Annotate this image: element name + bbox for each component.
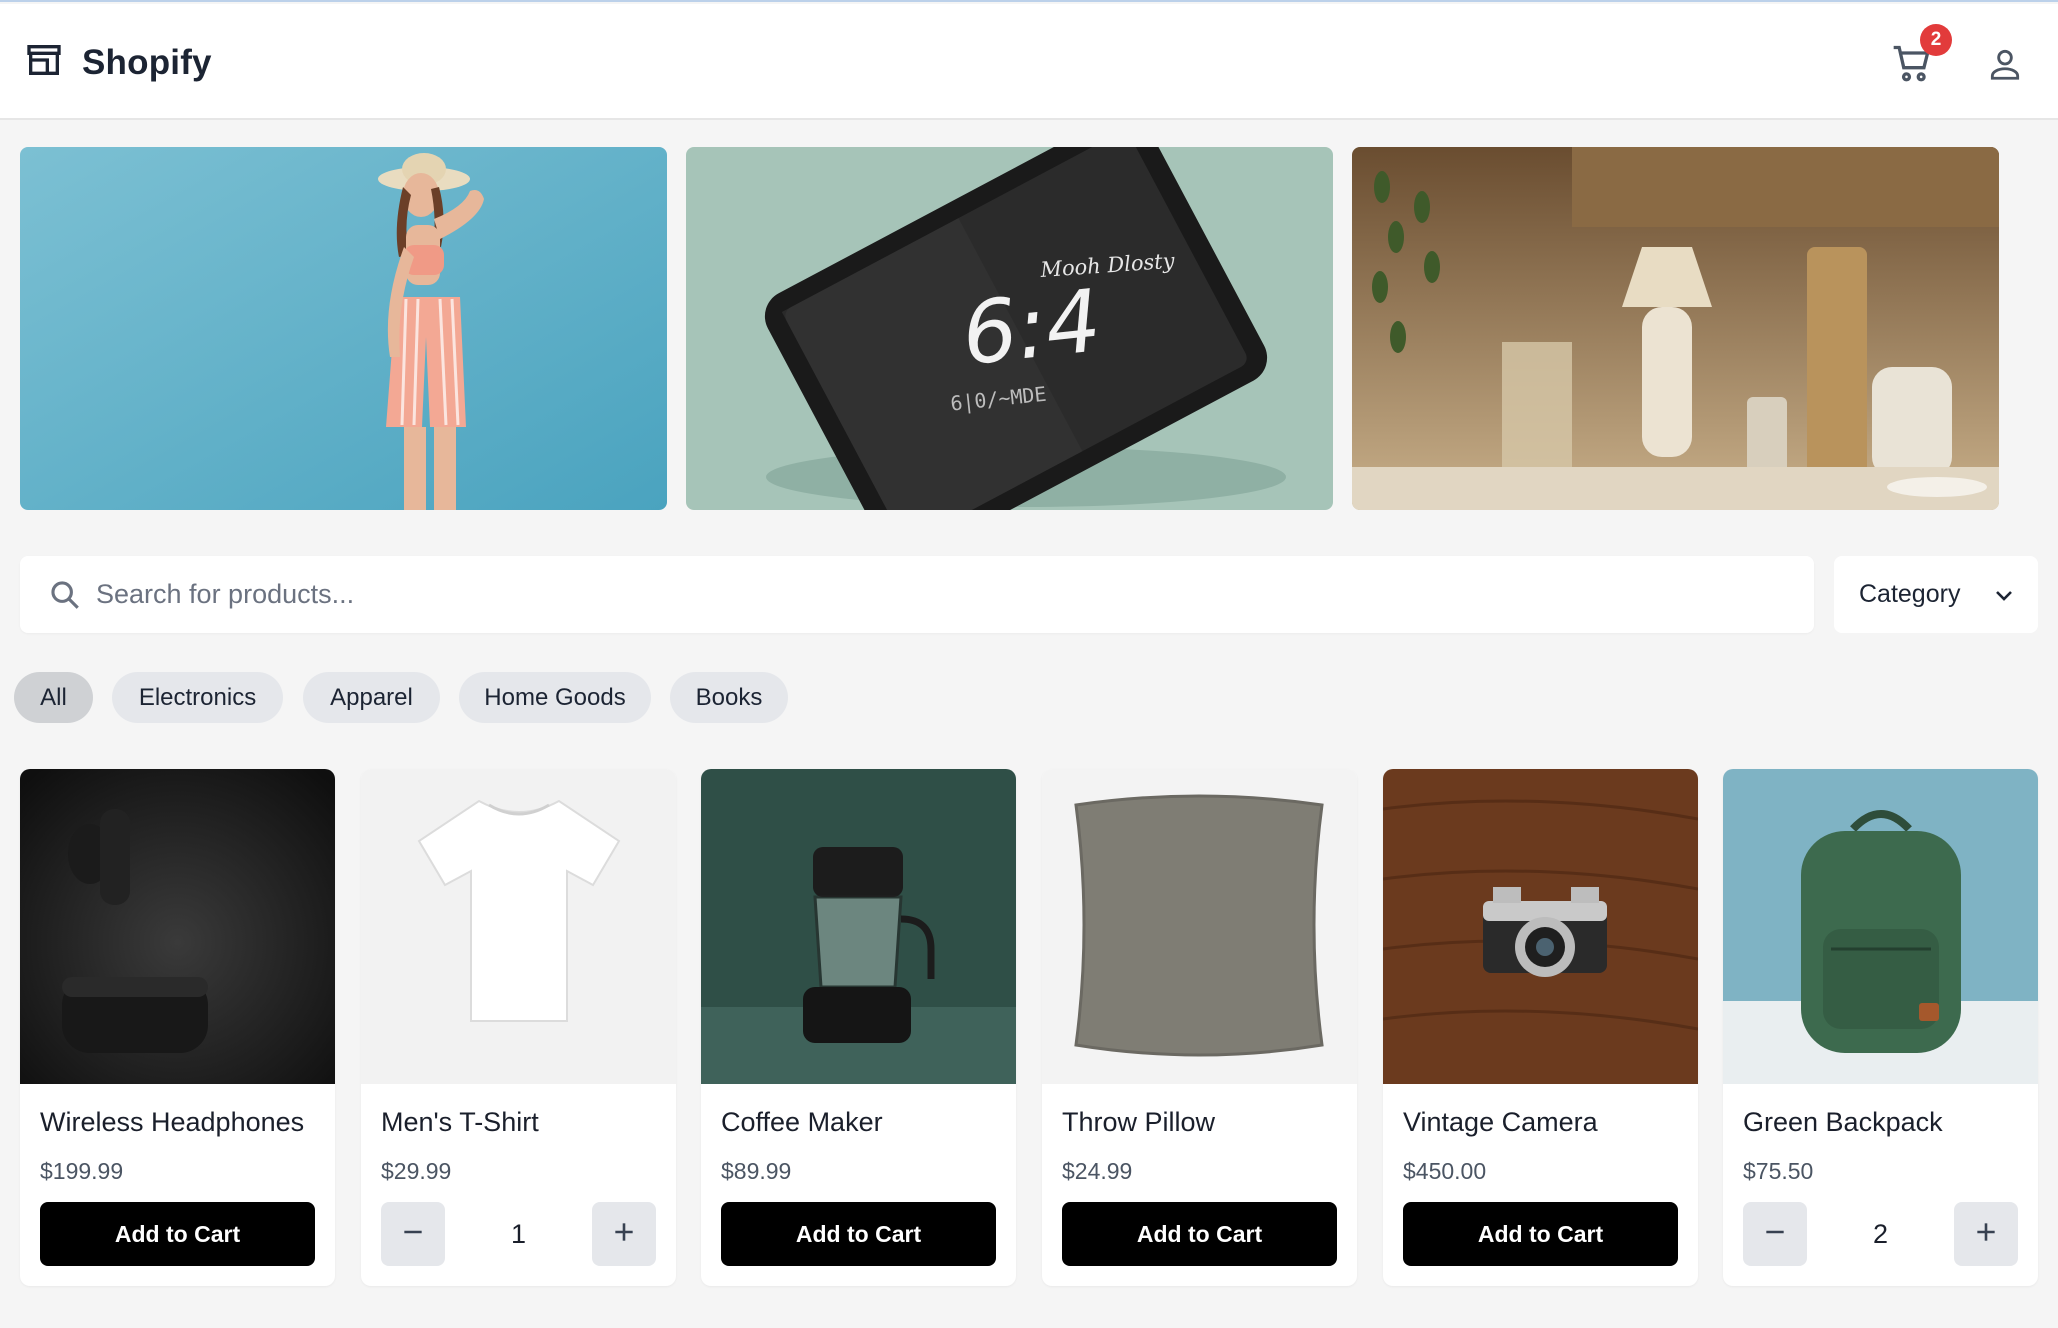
cart-count-badge: 2 <box>1920 24 1952 56</box>
plus-icon <box>1973 1219 1999 1250</box>
quantity-decrease-button[interactable] <box>1743 1202 1807 1266</box>
add-to-cart-button[interactable]: Add to Cart <box>1403 1202 1678 1266</box>
plus-icon <box>611 1219 637 1250</box>
storefront-icon <box>24 40 64 85</box>
banner-electronics[interactable]: Mooh Dlosty 6:4 6|0/~MDE <box>686 147 1333 510</box>
product-name: Throw Pillow <box>1062 1107 1216 1137</box>
pillow-image <box>1042 769 1357 1084</box>
add-to-cart-button[interactable]: Add to Cart <box>1062 1202 1337 1266</box>
banner-home-image <box>1352 147 1999 510</box>
chip-all[interactable]: All <box>14 672 93 723</box>
chip-electronics[interactable]: Electronics <box>112 672 283 723</box>
category-dropdown[interactable]: Category <box>1834 556 2038 633</box>
account-button[interactable] <box>1986 44 2024 84</box>
product-price: $199.99 <box>40 1158 124 1184</box>
product-name: Coffee Maker <box>721 1107 883 1137</box>
category-dropdown-label: Category <box>1859 580 1961 608</box>
product-price: $89.99 <box>721 1158 792 1184</box>
cart-icon <box>1890 45 1934 90</box>
search-bar <box>20 556 1814 633</box>
search-icon <box>48 578 82 617</box>
top-header: Shopify 2 <box>0 4 2058 120</box>
chevron-down-icon <box>1992 583 2016 612</box>
brand-name: Shopify <box>82 42 212 82</box>
chip-home-goods[interactable]: Home Goods <box>459 672 651 723</box>
minus-icon <box>1762 1219 1788 1250</box>
chip-books[interactable]: Books <box>670 672 788 723</box>
coffee-maker-image <box>701 769 1016 1084</box>
product-name: Vintage Camera <box>1403 1107 1598 1137</box>
tshirt-image <box>361 769 676 1084</box>
product-price: $29.99 <box>381 1158 452 1184</box>
backpack-image <box>1723 769 2038 1084</box>
banner-apparel[interactable] <box>20 147 667 510</box>
product-name: Wireless Headphones <box>40 1107 305 1137</box>
user-icon <box>1986 49 2024 88</box>
product-name: Men's T-Shirt <box>381 1107 539 1137</box>
camera-image <box>1383 769 1698 1084</box>
product-card[interactable]: Coffee Maker $89.99 Add to Cart <box>701 769 1016 1286</box>
earbuds-image <box>20 769 335 1084</box>
product-name: Green Backpack <box>1743 1107 1943 1137</box>
product-card[interactable]: Wireless Headphones $199.99 Add to Cart <box>20 769 335 1286</box>
product-card[interactable]: Men's T-Shirt $29.99 1 <box>361 769 676 1286</box>
brand[interactable]: Shopify <box>24 40 212 85</box>
quantity-increase-button[interactable] <box>592 1202 656 1266</box>
banner-apparel-image <box>20 147 667 510</box>
product-card[interactable]: Throw Pillow $24.99 Add to Cart <box>1042 769 1357 1286</box>
svg-text:6:4: 6:4 <box>957 271 1105 385</box>
product-price: $24.99 <box>1062 1158 1133 1184</box>
quantity-value: 2 <box>1872 1218 1889 1249</box>
add-to-cart-button[interactable]: Add to Cart <box>40 1202 315 1266</box>
app-frame: Shopify 2 Mooh Dlosty 6:4 6|0/~MDE Searc… <box>0 0 2058 1328</box>
product-price: $450.00 <box>1403 1158 1487 1184</box>
minus-icon <box>400 1219 426 1250</box>
quantity-increase-button[interactable] <box>1954 1202 2018 1266</box>
add-to-cart-button[interactable]: Add to Cart <box>721 1202 996 1266</box>
banner-electronics-image: Mooh Dlosty 6:4 6|0/~MDE <box>686 147 1333 510</box>
product-price: $75.50 <box>1743 1158 1814 1184</box>
chip-apparel[interactable]: Apparel <box>303 672 440 723</box>
quantity-value: 1 <box>510 1218 527 1249</box>
quantity-decrease-button[interactable] <box>381 1202 445 1266</box>
search-input[interactable] <box>96 556 1796 633</box>
product-card[interactable]: Green Backpack $75.50 2 <box>1723 769 2038 1286</box>
banner-home[interactable] <box>1352 147 1999 510</box>
product-card[interactable]: Vintage Camera $450.00 Add to Cart <box>1383 769 1698 1286</box>
